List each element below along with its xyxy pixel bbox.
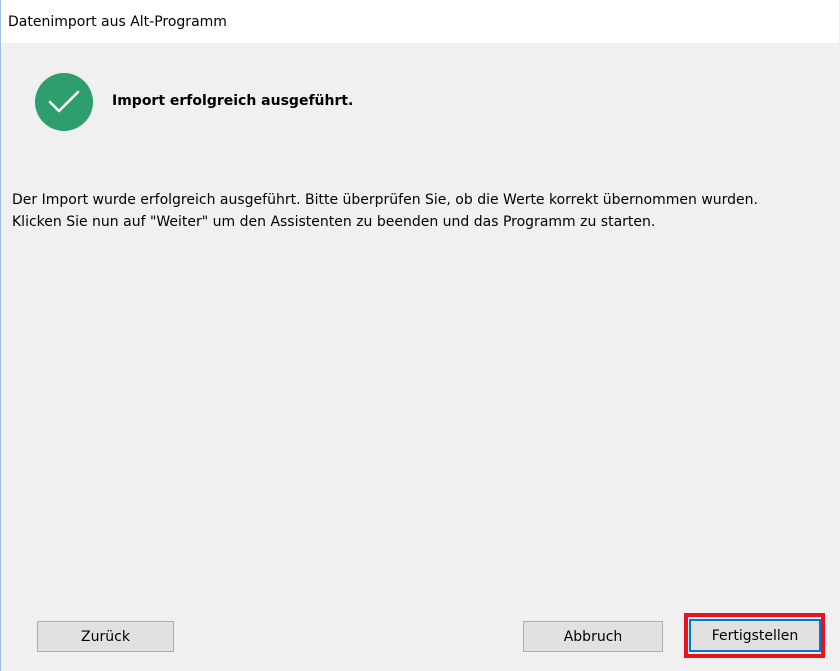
message-line-2: Klicken Sie nun auf "Weiter" um den Assi… <box>12 214 656 230</box>
back-button[interactable]: Zurück <box>37 621 174 652</box>
window-title: Datenimport aus Alt-Programm <box>8 13 227 30</box>
status-message: Der Import wurde erfolgreich ausgeführt.… <box>12 189 837 233</box>
message-line-1: Der Import wurde erfolgreich ausgeführt.… <box>12 192 758 208</box>
import-wizard-window: Datenimport aus Alt-Programm Import erfo… <box>0 0 839 671</box>
checkmark-icon <box>48 90 80 113</box>
check-circle-icon <box>35 73 93 131</box>
finish-button[interactable]: Fertigstellen <box>689 619 821 652</box>
title-bar: Datenimport aus Alt-Programm <box>1 0 839 43</box>
status-headline: Import erfolgreich ausgeführt. <box>112 93 354 109</box>
cancel-button[interactable]: Abbruch <box>523 621 663 652</box>
